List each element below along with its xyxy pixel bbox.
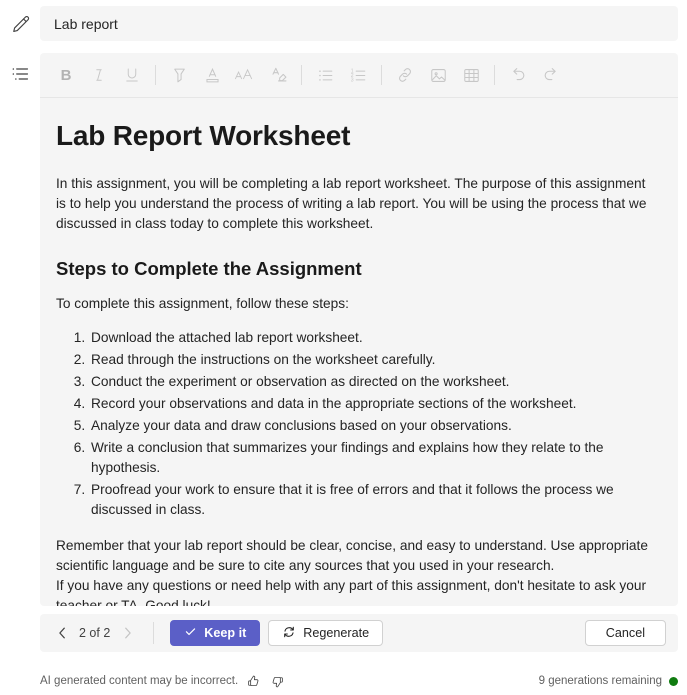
next-draft-button[interactable] <box>117 622 137 644</box>
keep-it-label: Keep it <box>204 626 247 640</box>
edit-icon[interactable] <box>6 10 34 38</box>
insert-link-button[interactable] <box>389 60 421 90</box>
format-list-icon[interactable] <box>6 60 34 88</box>
undo-button[interactable] <box>502 60 534 90</box>
underline-button[interactable] <box>116 60 148 90</box>
document-closing-2: If you have any questions or need help w… <box>56 578 647 606</box>
toolbar-divider-2 <box>301 65 302 85</box>
bold-button-label: B <box>60 66 72 84</box>
ai-disclaimer-text: AI generated content may be incorrect. <box>40 675 239 687</box>
regenerate-label: Regenerate <box>303 626 370 640</box>
list-item: Read through the instructions on the wor… <box>89 350 652 370</box>
cancel-button[interactable]: Cancel <box>584 620 666 646</box>
list-item: Conduct the experiment or observation as… <box>89 372 652 392</box>
editor-card: B 1 2 3 Lab Report Worksheet In this ass… <box>40 53 678 606</box>
list-item: Write a conclusion that summarizes your … <box>89 438 652 478</box>
thumb-dislike-icon[interactable] <box>269 673 286 690</box>
list-item: Analyze your data and draw conclusions b… <box>89 416 652 436</box>
document-closing-1: Remember that your lab report should be … <box>56 538 648 574</box>
list-item: Proofread your work to ensure that it is… <box>89 480 652 520</box>
footer-left: AI generated content may be incorrect. <box>40 673 286 690</box>
insert-image-button[interactable] <box>422 60 454 90</box>
regenerate-icon <box>282 625 296 642</box>
bulleted-list-button[interactable] <box>309 60 341 90</box>
title-input[interactable]: Lab report <box>40 6 678 41</box>
highlight-button[interactable] <box>163 60 195 90</box>
list-item: Download the attached lab report workshe… <box>89 328 652 348</box>
thumb-like-icon[interactable] <box>245 673 262 690</box>
insert-table-button[interactable] <box>455 60 487 90</box>
action-bar: 2 of 2 Keep it Regenerate Cancel <box>40 614 678 652</box>
footer-right: 9 generations remaining <box>539 675 678 687</box>
font-size-button[interactable] <box>229 60 261 90</box>
cancel-label: Cancel <box>605 626 645 640</box>
generations-remaining-text: 9 generations remaining <box>538 675 662 687</box>
prev-draft-button[interactable] <box>52 622 72 644</box>
document-steps-list: Download the attached lab report workshe… <box>56 328 652 520</box>
regenerate-button[interactable]: Regenerate <box>268 620 384 646</box>
svg-text:3: 3 <box>350 77 353 83</box>
toolbar-divider-3 <box>381 65 382 85</box>
bold-button[interactable]: B <box>50 60 82 90</box>
formatting-toolbar: B 1 2 3 <box>40 53 678 98</box>
pager-label: 2 of 2 <box>79 626 111 640</box>
pager: 2 of 2 <box>52 622 137 644</box>
numbered-list-button[interactable]: 1 2 3 <box>342 60 374 90</box>
keep-it-button[interactable]: Keep it <box>170 620 261 646</box>
clear-formatting-button[interactable] <box>262 60 294 90</box>
toolbar-divider-4 <box>494 65 495 85</box>
footer-bar: AI generated content may be incorrect. 9… <box>0 667 687 695</box>
checkmark-icon <box>184 625 197 641</box>
action-bar-divider <box>153 622 155 644</box>
redo-button[interactable] <box>535 60 567 90</box>
list-item: Record your observations and data in the… <box>89 394 652 414</box>
document-section-heading: Steps to Complete the Assignment <box>56 258 362 280</box>
status-dot-icon <box>669 676 678 686</box>
document-intro: In this assignment, you will be completi… <box>56 176 647 232</box>
italic-button[interactable] <box>83 60 115 90</box>
ai-draft-editor-window: Lab report B 1 2 3 Lab Report Worksheet … <box>0 0 687 695</box>
font-color-button[interactable] <box>196 60 228 90</box>
document-heading: Lab Report Worksheet <box>56 120 351 151</box>
left-rail <box>0 0 40 695</box>
main-column: Lab report B 1 2 3 Lab Report Worksheet … <box>40 0 687 695</box>
toolbar-divider-1 <box>155 65 156 85</box>
title-input-value: Lab report <box>54 15 118 32</box>
document-body[interactable]: Lab Report Worksheet In this assignment,… <box>40 98 678 606</box>
document-steps-intro: To complete this assignment, follow thes… <box>56 296 349 312</box>
